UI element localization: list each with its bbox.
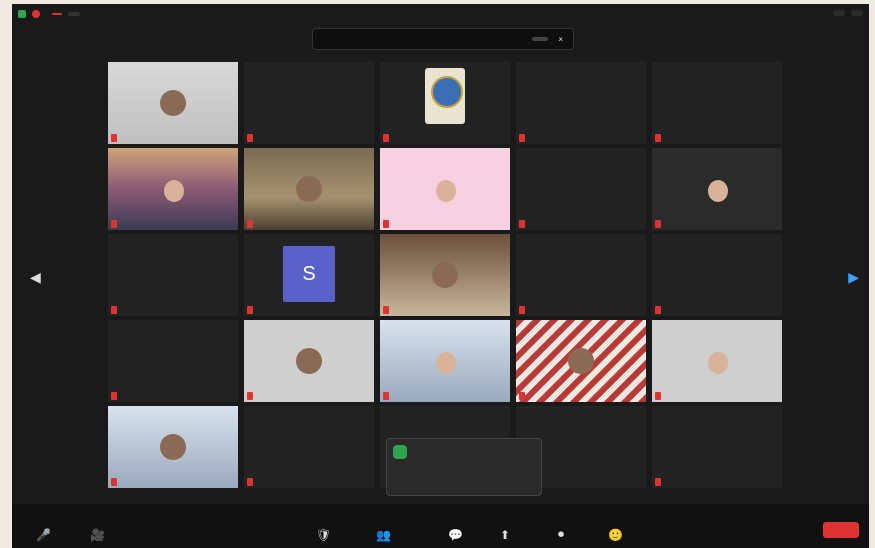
- end-meeting-button[interactable]: [823, 522, 859, 538]
- muted-mic-icon: [383, 306, 389, 314]
- muted-mic-icon: [247, 220, 253, 228]
- participant-tile[interactable]: [516, 234, 646, 316]
- screen-share-banner: ×: [312, 28, 574, 50]
- participant-tile[interactable]: [652, 320, 782, 402]
- chevron-left-icon: ◀: [30, 269, 41, 285]
- mic-button[interactable]: 🎤: [36, 528, 51, 544]
- participant-tile[interactable]: [244, 62, 374, 144]
- participant-tile[interactable]: [380, 62, 510, 144]
- muted-mic-icon: [519, 134, 525, 142]
- share-button[interactable]: ⬆: [500, 528, 510, 544]
- meeting-window: × ◀ ▶ S 🎤 🎥 🛡 👥 💬 ⬆ ⏺ 🙂: [12, 4, 869, 548]
- next-page-button[interactable]: ▶: [848, 269, 859, 286]
- participant-tile[interactable]: [516, 62, 646, 144]
- participant-face: [296, 176, 322, 202]
- previous-page-button[interactable]: ◀: [30, 269, 41, 286]
- chat-button[interactable]: 💬: [448, 528, 463, 544]
- record-button[interactable]: ⏺: [558, 527, 564, 544]
- participant-tile[interactable]: S: [244, 234, 374, 316]
- muted-mic-icon: [247, 478, 253, 486]
- participant-tile[interactable]: [652, 406, 782, 488]
- profile-emblem: [425, 68, 465, 124]
- muted-mic-icon: [383, 220, 389, 228]
- meeting-toolbar: 🎤 🎥 🛡 👥 💬 ⬆ ⏺ 🙂: [12, 504, 869, 548]
- muted-mic-icon: [111, 134, 117, 142]
- chat-icon: [393, 445, 407, 459]
- muted-mic-icon: [111, 306, 117, 314]
- muted-mic-icon: [111, 478, 117, 486]
- participant-tile[interactable]: [108, 320, 238, 402]
- participant-face: [708, 352, 728, 374]
- participant-face: [160, 90, 186, 116]
- chat-icon: 💬: [448, 528, 463, 542]
- muted-mic-icon: [111, 220, 117, 228]
- muted-mic-icon: [383, 134, 389, 142]
- recording-indicator-icon: [32, 10, 40, 18]
- participant-grid: S: [108, 62, 782, 498]
- participant-tile[interactable]: [516, 148, 646, 230]
- muted-mic-icon: [655, 220, 661, 228]
- participant-face: [432, 262, 458, 288]
- participant-tile[interactable]: [652, 234, 782, 316]
- participant-face: [160, 434, 186, 460]
- participant-face: [164, 180, 184, 202]
- muted-mic-icon: [247, 392, 253, 400]
- muted-mic-icon: [111, 392, 117, 400]
- reactions-icon: 🙂: [608, 528, 623, 542]
- chevron-right-icon: ▶: [848, 269, 859, 285]
- video-button[interactable]: 🎥: [90, 528, 105, 544]
- participant-tile[interactable]: [652, 148, 782, 230]
- security-shield-icon[interactable]: [18, 10, 26, 18]
- view-button[interactable]: [833, 10, 845, 16]
- record-icon: ⏺: [558, 527, 565, 541]
- participant-tile[interactable]: [244, 320, 374, 402]
- muted-mic-icon: [519, 220, 525, 228]
- participant-tile[interactable]: [244, 406, 374, 488]
- participants-button[interactable]: 👥: [376, 528, 391, 544]
- security-icon: 🛡: [316, 528, 332, 542]
- participant-face: [296, 348, 322, 374]
- avatar: S: [283, 246, 335, 302]
- stop-share-button[interactable]: [532, 37, 549, 41]
- participant-face: [436, 352, 456, 374]
- participant-tile[interactable]: [380, 148, 510, 230]
- muted-mic-icon: [655, 134, 661, 142]
- participant-tile[interactable]: [108, 234, 238, 316]
- security-button[interactable]: 🛡: [316, 528, 331, 544]
- muted-mic-icon: [247, 306, 253, 314]
- participants-icon: 👥: [376, 528, 391, 542]
- muted-mic-icon: [655, 478, 661, 486]
- muted-mic-icon: [247, 134, 253, 142]
- participant-face: [568, 348, 594, 374]
- participant-tile[interactable]: [244, 148, 374, 230]
- share-icon: ⬆: [500, 528, 511, 542]
- participant-tile[interactable]: [380, 320, 510, 402]
- mic-icon: 🎤: [36, 528, 51, 542]
- muted-mic-icon: [383, 392, 389, 400]
- close-icon[interactable]: ×: [558, 35, 563, 44]
- live-badge: [52, 13, 62, 15]
- video-icon: 🎥: [90, 528, 105, 542]
- muted-mic-icon: [655, 392, 661, 400]
- participant-face: [708, 180, 728, 202]
- muted-mic-icon: [519, 306, 525, 314]
- reactions-button[interactable]: 🙂: [608, 528, 623, 544]
- participant-tile[interactable]: [516, 320, 646, 402]
- participant-tile[interactable]: [652, 62, 782, 144]
- participant-tile[interactable]: [108, 62, 238, 144]
- chat-notification[interactable]: [386, 438, 542, 496]
- muted-mic-icon: [655, 306, 661, 314]
- muted-mic-icon: [519, 392, 525, 400]
- top-bar-right: [833, 10, 863, 16]
- top-bar-left: [18, 10, 80, 18]
- participant-tile[interactable]: [380, 234, 510, 316]
- participant-tile[interactable]: [108, 406, 238, 488]
- participant-face: [436, 180, 456, 202]
- live-status[interactable]: [68, 12, 80, 16]
- participant-tile[interactable]: [108, 148, 238, 230]
- fullscreen-button[interactable]: [851, 10, 863, 16]
